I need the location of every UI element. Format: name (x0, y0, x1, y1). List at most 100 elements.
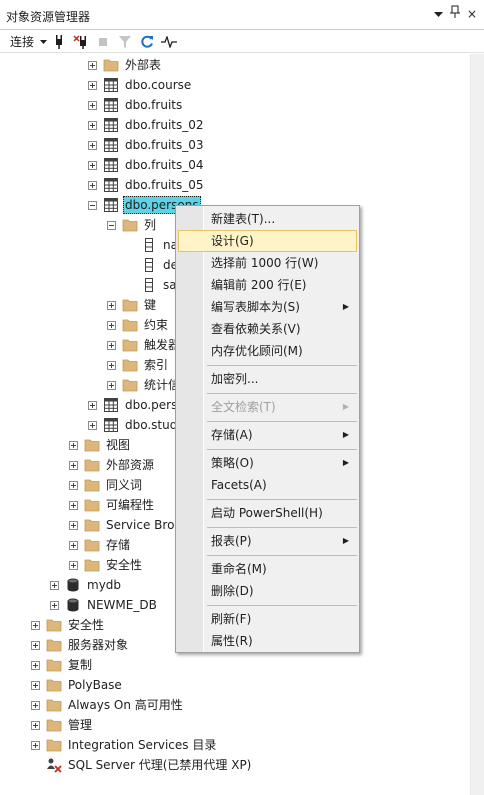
expand-icon[interactable] (107, 340, 116, 350)
close-icon[interactable]: × (464, 5, 480, 23)
menu-item-memory-advisor[interactable]: 内存优化顾问(M) (178, 340, 357, 362)
expand-icon[interactable] (88, 160, 97, 170)
expand-icon[interactable] (88, 120, 97, 130)
tree-node-triggers[interactable]: 触发器 (107, 335, 182, 355)
vertical-scrollbar[interactable] (470, 54, 484, 795)
tree-node-col-2[interactable]: de (126, 255, 180, 275)
expand-icon[interactable] (88, 420, 97, 430)
pin-icon[interactable] (447, 5, 463, 23)
expand-icon[interactable] (107, 360, 116, 370)
menu-separator (207, 421, 357, 422)
expand-icon[interactable] (107, 380, 116, 390)
expand-icon[interactable] (50, 600, 59, 610)
tree-node-integration-services[interactable]: Integration Services 目录 (31, 735, 218, 755)
tree-node-external-resources[interactable]: 外部资源 (69, 455, 156, 475)
expand-icon[interactable] (69, 540, 78, 550)
folder-icon (46, 697, 62, 713)
tree-node-server-objects[interactable]: 服务器对象 (31, 635, 130, 655)
expand-icon[interactable] (31, 720, 40, 730)
tree-node-course[interactable]: dbo.course (88, 75, 193, 95)
tree-node-students[interactable]: dbo.stud (88, 415, 179, 435)
tree-node-fruits-05[interactable]: dbo.fruits_05 (88, 175, 206, 195)
tree-node-constraints[interactable]: 约束 (107, 315, 170, 335)
activity-monitor-icon[interactable] (160, 33, 178, 51)
expand-icon[interactable] (88, 100, 97, 110)
tree-node-label: 列 (144, 218, 157, 232)
expand-icon[interactable] (88, 140, 97, 150)
folder-icon (84, 457, 100, 473)
menu-item-properties[interactable]: 属性(R) (178, 630, 357, 652)
menu-item-encrypt-columns[interactable]: 加密列... (178, 368, 357, 390)
tree-node-security-db[interactable]: 安全性 (69, 555, 144, 575)
menu-item-start-powershell[interactable]: 启动 PowerShell(H) (178, 502, 357, 524)
tree-node-polybase[interactable]: PolyBase (31, 675, 124, 695)
expand-icon[interactable] (69, 500, 78, 510)
expand-icon[interactable] (31, 740, 40, 750)
expand-icon[interactable] (31, 640, 40, 650)
expand-icon[interactable] (69, 480, 78, 490)
tree-node-sql-agent[interactable]: SQL Server 代理(已禁用代理 XP) (31, 755, 253, 775)
expand-icon[interactable] (88, 400, 97, 410)
tree-node-storage[interactable]: 存储 (69, 535, 132, 555)
tree-node-mydb[interactable]: mydb (50, 575, 123, 595)
expand-icon[interactable] (69, 460, 78, 470)
menu-item-edit-top[interactable]: 编辑前 200 行(E) (178, 274, 357, 296)
expand-icon[interactable] (107, 320, 116, 330)
tree-node-always-on[interactable]: Always On 高可用性 (31, 695, 185, 715)
menu-item-delete[interactable]: 删除(D) (178, 580, 357, 602)
tree-node-views[interactable]: 视图 (69, 435, 132, 455)
expand-icon[interactable] (31, 660, 40, 670)
tree-node-service-broker[interactable]: Service Brok (69, 515, 183, 535)
connect-plug-icon[interactable] (50, 33, 68, 51)
tree-node-persons-2[interactable]: dbo.pers (88, 395, 179, 415)
menu-item-rename[interactable]: 重命名(M) (178, 558, 357, 580)
menu-item-storage[interactable]: 存储(A) ▶ (178, 424, 357, 446)
expand-icon[interactable] (50, 580, 59, 590)
tree-node-col-3[interactable]: sa (126, 275, 179, 295)
tree-node-keys[interactable]: 键 (107, 295, 158, 315)
expand-icon[interactable] (31, 700, 40, 710)
tree-node-fruits-03[interactable]: dbo.fruits_03 (88, 135, 206, 155)
expand-icon[interactable] (88, 80, 97, 90)
expand-icon[interactable] (69, 560, 78, 570)
tree-node-fruits-04[interactable]: dbo.fruits_04 (88, 155, 206, 175)
tree-node-synonyms[interactable]: 同义词 (69, 475, 144, 495)
tree-node-label: dbo.fruits_02 (125, 118, 204, 132)
tree-node-indexes[interactable]: 索引 (107, 355, 170, 375)
tree-node-fruits-02[interactable]: dbo.fruits_02 (88, 115, 206, 135)
menu-item-design[interactable]: 设计(G) (178, 230, 357, 252)
refresh-icon[interactable] (138, 33, 156, 51)
menu-item-select-top[interactable]: 选择前 1000 行(W) (178, 252, 357, 274)
tree-node-management[interactable]: 管理 (31, 715, 94, 735)
disconnect-icon[interactable] (72, 33, 90, 51)
menu-item-policies[interactable]: 策略(O) ▶ (178, 452, 357, 474)
expand-icon[interactable] (107, 300, 116, 310)
collapse-icon[interactable] (107, 220, 116, 230)
tree-node-newme-db[interactable]: NEWME_DB (50, 595, 159, 615)
menu-item-view-dependencies[interactable]: 查看依赖关系(V) (178, 318, 357, 340)
expand-icon[interactable] (69, 520, 78, 530)
menu-separator (207, 393, 357, 394)
collapse-icon[interactable] (88, 200, 97, 210)
expand-icon[interactable] (88, 180, 97, 190)
tree-node-programmability[interactable]: 可编程性 (69, 495, 156, 515)
tree-node-replication[interactable]: 复制 (31, 655, 94, 675)
menu-item-refresh[interactable]: 刷新(F) (178, 608, 357, 630)
expand-icon[interactable] (31, 680, 40, 690)
menu-item-script-as[interactable]: 编写表脚本为(S) ▶ (178, 296, 357, 318)
menu-item-reports[interactable]: 报表(P) ▶ (178, 530, 357, 552)
expand-icon[interactable] (69, 440, 78, 450)
expand-icon[interactable] (88, 60, 97, 70)
tree-node-col-1[interactable]: na (126, 235, 180, 255)
tree-node-security[interactable]: 安全性 (31, 615, 106, 635)
menu-item-new-table[interactable]: 新建表(T)... (178, 208, 357, 230)
dropdown-arrow-icon[interactable] (430, 5, 446, 23)
menu-item-facets[interactable]: Facets(A) (178, 474, 357, 496)
tree-node-columns[interactable]: 列 (107, 215, 158, 235)
tree-node-statistics[interactable]: 统计信 (107, 375, 182, 395)
tree-node-fruits[interactable]: dbo.fruits (88, 95, 184, 115)
tree-node-external-tables[interactable]: 外部表 (88, 55, 163, 75)
expand-icon[interactable] (31, 620, 40, 630)
submenu-arrow-icon: ▶ (342, 458, 349, 467)
connect-button[interactable]: 连接 (10, 33, 47, 51)
